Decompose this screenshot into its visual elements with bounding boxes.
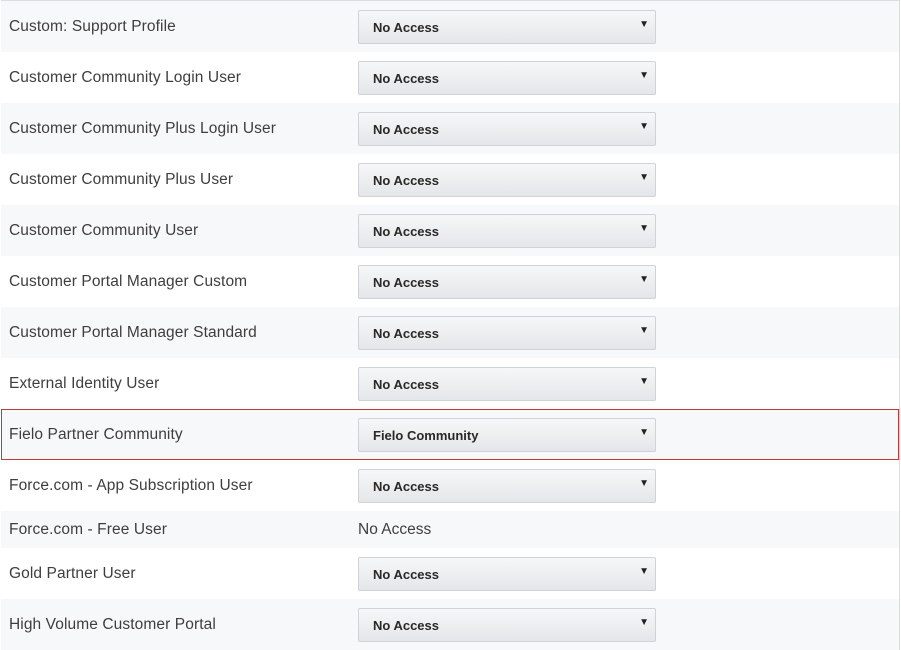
profile-name: Gold Partner User [9,564,136,582]
table-row-highlighted: Fielo Partner Community Fielo Community … [1,409,899,460]
access-select[interactable]: No Access ▼ [358,315,656,350]
access-select-value: Fielo Community [373,427,479,443]
table-row: Customer Portal Manager Custom No Access… [1,256,899,307]
chevron-down-icon: ▼ [639,375,649,387]
chevron-down-icon: ▼ [639,477,649,489]
profile-name: Fielo Partner Community [9,425,183,443]
chevron-down-icon: ▼ [639,120,649,132]
access-select-value: No Access [373,325,439,341]
access-select-value: No Access [373,223,439,239]
profile-access-table: Custom: Support Profile No Access ▼ Cust… [1,0,900,650]
access-select-value: No Access [373,617,439,633]
table-row: Customer Community Plus Login User No Ac… [1,103,899,154]
access-value-readonly: No Access [358,520,432,538]
table-row: Customer Community User No Access ▼ [1,205,899,256]
table-row: Customer Community Login User No Access … [1,52,899,103]
access-select-value: No Access [373,566,439,582]
profile-name: Customer Portal Manager Standard [9,323,257,341]
profile-name: Custom: Support Profile [9,17,176,35]
access-select[interactable]: No Access ▼ [358,556,656,591]
table-row: Customer Community Plus User No Access ▼ [1,154,899,205]
chevron-down-icon: ▼ [639,273,649,285]
table-row: Force.com - Free User No Access [1,511,899,548]
access-select-value: No Access [373,274,439,290]
access-select[interactable]: No Access ▼ [358,111,656,146]
chevron-down-icon: ▼ [639,616,649,628]
access-select-value: No Access [373,121,439,137]
chevron-down-icon: ▼ [639,324,649,336]
profile-name: Force.com - App Subscription User [9,476,253,494]
access-select[interactable]: No Access ▼ [358,60,656,95]
profile-name: High Volume Customer Portal [9,615,216,633]
profile-name: Force.com - Free User [9,520,167,538]
chevron-down-icon: ▼ [639,222,649,234]
profile-name: Customer Community User [9,221,199,239]
table-row: Custom: Support Profile No Access ▼ [1,1,899,52]
profile-name: Customer Portal Manager Custom [9,272,248,290]
chevron-down-icon: ▼ [639,565,649,577]
chevron-down-icon: ▼ [639,426,649,438]
access-select[interactable]: No Access ▼ [358,607,656,642]
access-select-value: No Access [373,70,439,86]
table-row: External Identity User No Access ▼ [1,358,899,409]
table-row: Force.com - App Subscription User No Acc… [1,460,899,511]
access-select[interactable]: No Access ▼ [358,9,656,44]
access-select[interactable]: No Access ▼ [358,162,656,197]
table-row: Customer Portal Manager Standard No Acce… [1,307,899,358]
profile-name: Customer Community Login User [9,68,242,86]
chevron-down-icon: ▼ [639,69,649,81]
profile-name: Customer Community Plus User [9,170,234,188]
profile-name: Customer Community Plus Login User [9,119,276,137]
access-select[interactable]: No Access ▼ [358,264,656,299]
chevron-down-icon: ▼ [639,18,649,30]
access-select-value: No Access [373,478,439,494]
access-select-value: No Access [373,19,439,35]
access-select-value: No Access [373,376,439,392]
profile-name: External Identity User [9,374,160,392]
access-select[interactable]: No Access ▼ [358,468,656,503]
access-select-value: No Access [373,172,439,188]
access-select[interactable]: No Access ▼ [358,366,656,401]
access-select[interactable]: No Access ▼ [358,213,656,248]
table-row: High Volume Customer Portal No Access ▼ [1,599,899,650]
table-row: Gold Partner User No Access ▼ [1,548,899,599]
chevron-down-icon: ▼ [639,171,649,183]
access-select[interactable]: Fielo Community ▼ [358,417,656,452]
